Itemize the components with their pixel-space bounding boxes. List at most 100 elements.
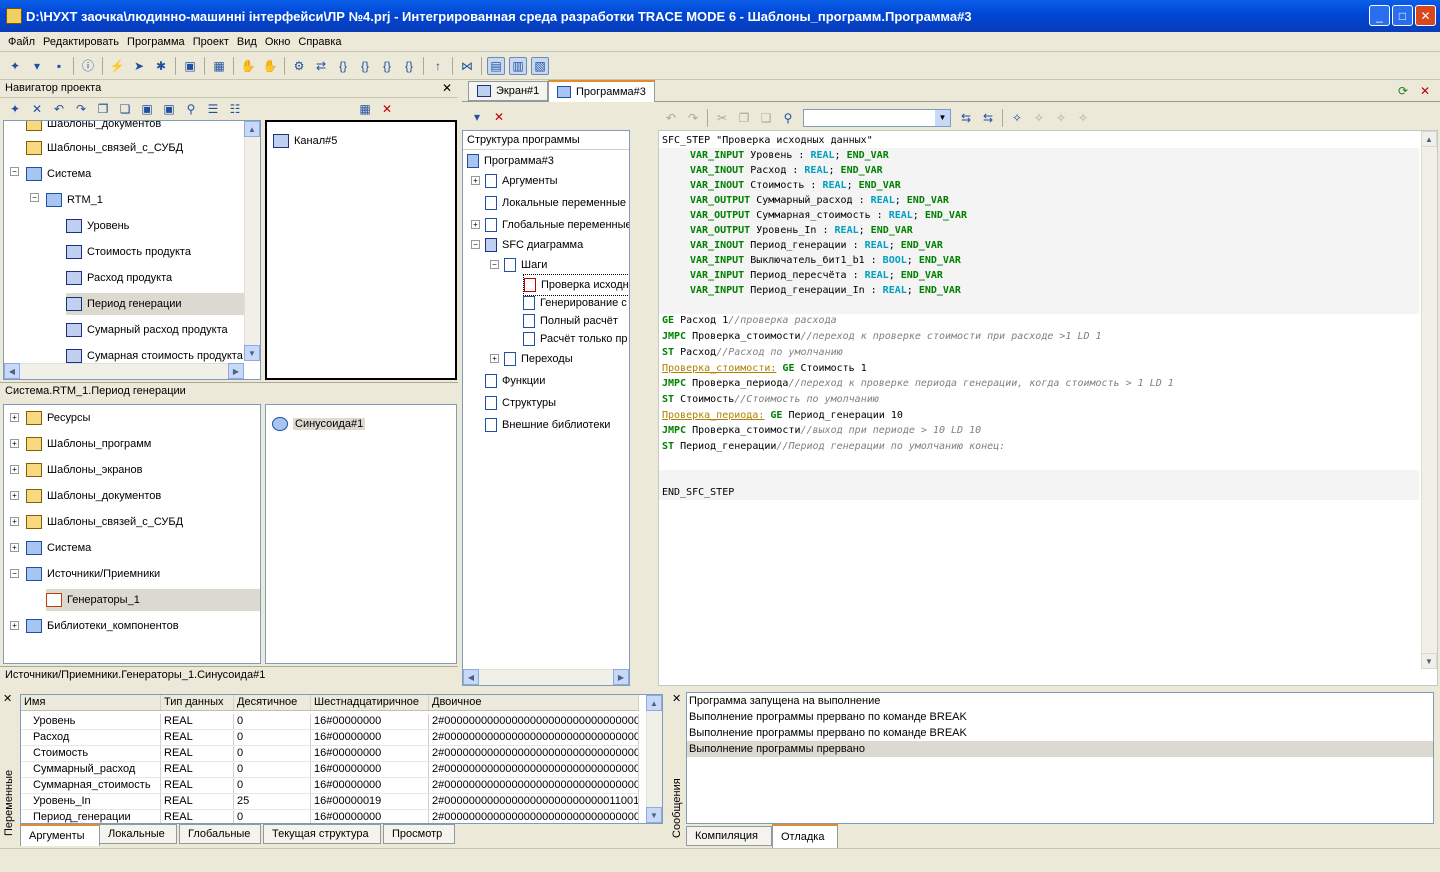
search-icon[interactable]: ⚲: [182, 100, 200, 118]
scroll-left-icon[interactable]: ◀: [4, 363, 20, 379]
tree-item[interactable]: Глобальные переменные: [485, 214, 629, 236]
collapse-icon[interactable]: −: [10, 569, 19, 578]
export-icon[interactable]: ▣: [160, 100, 178, 118]
list-view-icon[interactable]: ☷: [226, 100, 244, 118]
find-combo[interactable]: ▼: [803, 109, 951, 127]
cut-icon[interactable]: ✂: [713, 109, 731, 127]
expand-icon[interactable]: +: [10, 465, 19, 474]
tree-item-selected[interactable]: Период генерации: [66, 293, 244, 315]
scroll-down-icon[interactable]: ▼: [1421, 653, 1437, 669]
package-icon[interactable]: ▣: [181, 57, 199, 75]
layout-3-icon[interactable]: ▧: [531, 56, 549, 75]
message-line-selected[interactable]: Выполнение программы прервано: [687, 741, 1433, 757]
menu-help[interactable]: Справка: [294, 36, 345, 48]
delete-icon[interactable]: ✕: [28, 100, 46, 118]
redo-icon[interactable]: ↷: [72, 100, 90, 118]
variables-close-icon[interactable]: ✕: [3, 692, 12, 705]
messages-close-icon[interactable]: ✕: [672, 692, 681, 705]
chevron-down-icon[interactable]: ▼: [935, 110, 950, 126]
menu-edit[interactable]: Редактировать: [39, 36, 123, 48]
menu-project[interactable]: Проект: [189, 36, 233, 48]
tree-item[interactable]: Переходы: [504, 348, 573, 370]
paste-icon[interactable]: ❏: [757, 109, 775, 127]
collapse-icon[interactable]: −: [490, 260, 499, 269]
wand-icon[interactable]: ✧: [1008, 109, 1026, 127]
pin-icon[interactable]: ↑: [429, 57, 447, 75]
find-icon[interactable]: ⚲: [779, 109, 797, 127]
create-icon[interactable]: ✦: [6, 100, 24, 118]
tree-item[interactable]: RTM_1: [46, 189, 103, 211]
menu-file[interactable]: Файл: [4, 36, 39, 48]
menu-program[interactable]: Программа: [123, 36, 189, 48]
folder-open-icon[interactable]: ▾: [468, 108, 486, 126]
tree-item[interactable]: Система: [26, 537, 91, 559]
table-row[interactable]: Уровень REAL 0 16#00000000 2#000000000000000…: [21, 714, 639, 730]
tree-item[interactable]: Библиотеки_компонентов: [26, 615, 179, 637]
hand-icon[interactable]: ✋: [239, 57, 257, 75]
hand-alt-icon[interactable]: ✋: [261, 57, 279, 75]
debug-icon[interactable]: ✱: [152, 57, 170, 75]
editor-vertical-scrollbar[interactable]: [1421, 131, 1437, 669]
wand-4-icon[interactable]: ✧: [1074, 109, 1092, 127]
wand-3-icon[interactable]: ✧: [1052, 109, 1070, 127]
tree-item[interactable]: Шаблоны_программ: [26, 433, 151, 455]
tab-screen-1[interactable]: Экран#1: [468, 81, 549, 101]
tree-item[interactable]: Внешние библиотеки: [485, 414, 610, 436]
tree-item[interactable]: Расход продукта: [66, 267, 172, 289]
undo-icon[interactable]: ↶: [662, 109, 680, 127]
table-row[interactable]: Суммарный_расход REAL 0 16#00000000 2#000000…: [21, 762, 639, 778]
tab-local[interactable]: Локальные: [99, 824, 177, 844]
vertical-scrollbar[interactable]: [244, 121, 260, 361]
expand-icon[interactable]: +: [490, 354, 499, 363]
tree-item[interactable]: Шаблоны_связей_с_СУБД: [26, 511, 183, 533]
tree-item[interactable]: Ресурсы: [26, 407, 90, 429]
menu-window[interactable]: Окно: [261, 36, 295, 48]
collapse-icon[interactable]: −: [471, 240, 480, 249]
expand-icon[interactable]: +: [10, 543, 19, 552]
tab-debug[interactable]: Отладка: [772, 824, 838, 848]
scroll-right-icon[interactable]: ▶: [613, 669, 629, 685]
expand-icon[interactable]: +: [10, 439, 19, 448]
tree-item[interactable]: Сумарный расход продукта: [66, 319, 228, 341]
open-icon[interactable]: ▾: [28, 57, 46, 75]
step-icon[interactable]: ➤: [130, 57, 148, 75]
tree-item[interactable]: Функции: [485, 370, 545, 392]
expand-icon[interactable]: +: [471, 176, 480, 185]
expand-icon[interactable]: +: [10, 413, 19, 422]
tree-item[interactable]: Аргументы: [485, 170, 558, 192]
tree-item[interactable]: Источники/Приемники: [26, 563, 160, 585]
grid-vertical-scrollbar[interactable]: [646, 695, 662, 823]
scroll-right-icon[interactable]: ▶: [228, 363, 244, 379]
tab-compile[interactable]: Компиляция: [686, 826, 772, 846]
tree-item[interactable]: Шаблоны_экранов: [26, 459, 142, 481]
save-icon[interactable]: ▪: [50, 57, 68, 75]
column-header[interactable]: Десятичное: [234, 695, 311, 710]
import-icon[interactable]: ▣: [138, 100, 156, 118]
list-item[interactable]: Канал#5: [273, 130, 337, 152]
brace-down-icon[interactable]: {}: [400, 57, 418, 75]
new-icon[interactable]: ✦: [6, 57, 24, 75]
tree-view-icon[interactable]: ☰: [204, 100, 222, 118]
panel-close-icon[interactable]: ✕: [378, 100, 396, 118]
brace-in-icon[interactable]: {}: [356, 57, 374, 75]
horizontal-scrollbar[interactable]: [4, 363, 244, 379]
tree-item[interactable]: Программа#3: [467, 150, 554, 172]
compile-icon[interactable]: ⚙: [290, 57, 308, 75]
paste-icon[interactable]: ❏: [116, 100, 134, 118]
replace-icon[interactable]: ⇆: [957, 109, 975, 127]
close-button[interactable]: ✕: [1415, 5, 1436, 26]
redo-icon[interactable]: ↷: [684, 109, 702, 127]
tree-item[interactable]: Структуры: [485, 392, 556, 414]
expand-icon[interactable]: +: [10, 517, 19, 526]
tab-program-3[interactable]: Программа#3: [548, 80, 655, 102]
tab-view[interactable]: Просмотр: [383, 824, 455, 844]
brace-icon[interactable]: {}: [334, 57, 352, 75]
tree-item[interactable]: Локальные переменные: [485, 192, 626, 214]
tree-item[interactable]: Шаблоны_связей_с_СУБД: [26, 137, 183, 159]
layout-1-icon[interactable]: ▤: [487, 56, 505, 75]
tree-item[interactable]: Система: [26, 163, 91, 185]
navigator-close-icon[interactable]: ✕: [442, 81, 452, 95]
run-icon[interactable]: ⚡: [108, 57, 126, 75]
tab-global[interactable]: Глобальные: [179, 824, 261, 844]
scroll-down-icon[interactable]: ▼: [244, 345, 260, 361]
